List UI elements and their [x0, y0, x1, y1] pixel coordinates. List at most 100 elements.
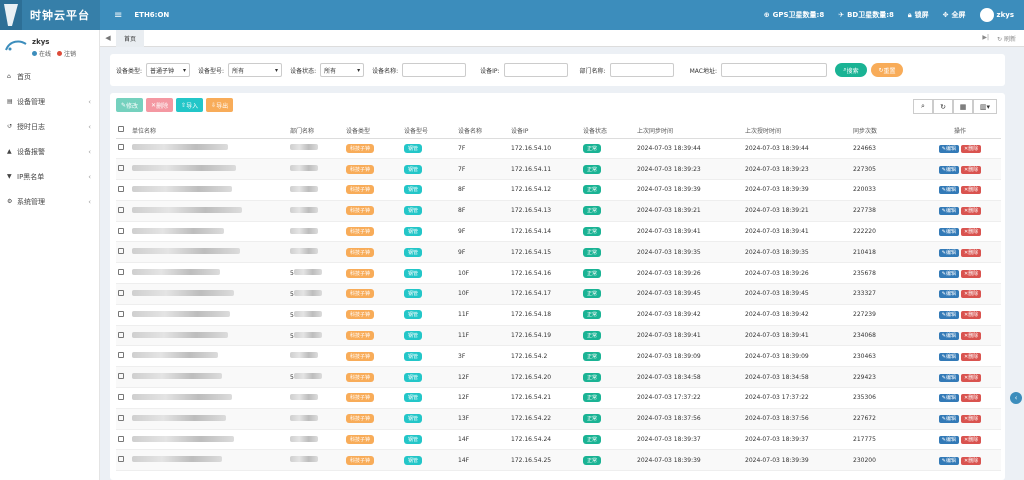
table-search-button[interactable]: ⌕ — [913, 99, 933, 114]
row-select-cell[interactable] — [116, 158, 130, 181]
row-edit-button[interactable]: ✎编辑 — [938, 207, 959, 216]
row-select-cell[interactable] — [116, 408, 130, 430]
mac-input[interactable] — [720, 63, 827, 77]
side-collapse-button[interactable]: ‹ — [1010, 392, 1022, 404]
delete-button[interactable]: ✕ 删除 — [146, 98, 174, 112]
table-row[interactable]: 5 科技子钟 钢管 10F 172.16.54.17 正常 2024-07-03 18:39… — [116, 283, 1001, 305]
col-ip[interactable]: 设备IP — [509, 123, 581, 139]
col-name[interactable]: 设备名称 — [456, 123, 509, 139]
select-all-header[interactable] — [116, 123, 130, 139]
row-select-cell[interactable] — [116, 366, 130, 389]
row-edit-button[interactable]: ✎编辑 — [938, 165, 959, 174]
row-delete-button[interactable]: ✕删除 — [961, 248, 982, 257]
select-all-checkbox[interactable] — [118, 126, 124, 133]
reset-button[interactable]: ↻ 重置 — [870, 63, 903, 77]
row-checkbox[interactable] — [118, 269, 124, 276]
row-delete-button[interactable]: ✕删除 — [961, 456, 982, 465]
col-dept[interactable]: 部门名称 — [288, 123, 344, 139]
row-checkbox[interactable] — [118, 435, 124, 442]
row-select-cell[interactable] — [116, 200, 130, 222]
sidebar-item-3[interactable]: ▲ 设备报警 ‹ — [0, 139, 99, 164]
refresh-tab-button[interactable]: ↻ 刷新 — [997, 34, 1016, 43]
device-name-input[interactable] — [402, 63, 467, 77]
row-edit-button[interactable]: ✎编辑 — [938, 269, 959, 278]
sidebar-item-1[interactable]: ▤ 设备管理 ‹ — [0, 89, 99, 114]
row-checkbox[interactable] — [118, 144, 124, 151]
table-row[interactable]: 科技子钟 钢管 13F 172.16.54.22 正常 2024-07-03 18:37:… — [116, 408, 1001, 430]
row-delete-button[interactable]: ✕删除 — [961, 165, 982, 174]
sidebar-item-0[interactable]: ⌂ 首页 — [0, 64, 99, 89]
row-delete-button[interactable]: ✕删除 — [961, 436, 982, 445]
col-unit[interactable]: 单位名称 — [130, 123, 288, 139]
row-delete-button[interactable]: ✕删除 — [961, 228, 982, 237]
row-edit-button[interactable]: ✎编辑 — [938, 394, 959, 403]
row-checkbox[interactable] — [118, 289, 124, 296]
row-edit-button[interactable]: ✎编辑 — [938, 248, 959, 257]
row-delete-button[interactable]: ✕删除 — [961, 207, 982, 216]
row-edit-button[interactable]: ✎编辑 — [938, 456, 959, 465]
table-row[interactable]: 科技子钟 钢管 9F 172.16.54.14 正常 2024-07-03 18:39:4… — [116, 221, 1001, 243]
logout-link[interactable]: 注销 — [57, 49, 76, 58]
table-row[interactable]: 科技子钟 钢管 7F 172.16.54.10 正常 2024-07-03 18:39:4… — [116, 138, 1001, 160]
table-row[interactable]: 科技子钟 钢管 14F 172.16.54.25 正常 2024-07-03 18:39:… — [116, 449, 1001, 472]
row-edit-button[interactable]: ✎编辑 — [938, 373, 959, 382]
fullscreen-button[interactable]: ✥ 全屏 — [943, 10, 966, 20]
row-delete-button[interactable]: ✕删除 — [961, 373, 982, 382]
row-edit-button[interactable]: ✎编辑 — [938, 228, 959, 237]
row-checkbox[interactable] — [118, 352, 124, 359]
tab-scroll-right-icon[interactable]: ▶| — [982, 34, 989, 43]
col-status[interactable]: 设备状态 — [581, 123, 635, 139]
row-delete-button[interactable]: ✕删除 — [961, 290, 982, 299]
row-select-cell[interactable] — [116, 387, 130, 409]
table-row[interactable]: 5 科技子钟 钢管 10F 172.16.54.16 正常 2024-07-03 18:39… — [116, 262, 1001, 285]
row-delete-button[interactable]: ✕删除 — [961, 352, 982, 361]
row-checkbox[interactable] — [118, 310, 124, 317]
table-row[interactable]: 科技子钟 钢管 8F 172.16.54.12 正常 2024-07-03 18:39:3… — [116, 179, 1001, 201]
toggle-view-button[interactable]: ▦ — [953, 99, 973, 114]
row-edit-button[interactable]: ✎编辑 — [938, 144, 959, 153]
device-type-select[interactable]: 普通子钟 ▾ — [146, 63, 191, 77]
row-select-cell[interactable] — [116, 241, 130, 264]
row-select-cell[interactable] — [116, 429, 130, 451]
table-row[interactable]: 科技子钟 钢管 12F 172.16.54.21 正常 2024-07-03 17:37:… — [116, 387, 1001, 409]
row-select-cell[interactable] — [116, 221, 130, 243]
row-select-cell[interactable] — [116, 449, 130, 472]
device-status-select[interactable]: 所有 ▾ — [320, 63, 365, 77]
row-edit-button[interactable]: ✎编辑 — [938, 352, 959, 361]
device-model-select[interactable]: 所有 ▾ — [228, 63, 283, 77]
col-timing-time[interactable]: 上次授时时间 — [743, 123, 851, 139]
row-select-cell[interactable] — [116, 179, 130, 201]
row-select-cell[interactable] — [116, 262, 130, 285]
row-edit-button[interactable]: ✎编辑 — [938, 186, 959, 195]
sidebar-item-5[interactable]: ⚙ 系统管理 ‹ — [0, 189, 99, 214]
row-edit-button[interactable]: ✎编辑 — [938, 332, 959, 341]
row-checkbox[interactable] — [118, 227, 124, 234]
row-checkbox[interactable] — [118, 331, 124, 338]
row-checkbox[interactable] — [118, 414, 124, 421]
table-row[interactable]: 5 科技子钟 钢管 12F 172.16.54.20 正常 2024-07-03 18:34… — [116, 366, 1001, 389]
import-button[interactable]: ⇧ 导入 — [176, 98, 204, 112]
device-ip-input[interactable] — [503, 63, 568, 77]
row-edit-button[interactable]: ✎编辑 — [938, 436, 959, 445]
dept-input[interactable] — [609, 63, 674, 77]
row-checkbox[interactable] — [118, 393, 124, 400]
row-edit-button[interactable]: ✎编辑 — [938, 415, 959, 424]
col-sync-time[interactable]: 上次同步时间 — [635, 123, 743, 139]
row-select-cell[interactable] — [116, 345, 130, 368]
table-row[interactable]: 科技子钟 钢管 3F 172.16.54.2 正常 2024-07-03 18:39:09… — [116, 345, 1001, 368]
table-row[interactable]: 科技子钟 钢管 8F 172.16.54.13 正常 2024-07-03 18:39:2… — [116, 200, 1001, 222]
row-select-cell[interactable] — [116, 304, 130, 326]
row-delete-button[interactable]: ✕删除 — [961, 311, 982, 320]
row-checkbox[interactable] — [118, 206, 124, 213]
export-button[interactable]: ⇩ 导出 — [206, 98, 234, 112]
row-edit-button[interactable]: ✎编辑 — [938, 311, 959, 320]
row-select-cell[interactable] — [116, 283, 130, 305]
tab-scroll-left-icon[interactable]: ◀ — [100, 34, 116, 42]
col-type[interactable]: 设备类型 — [344, 123, 402, 139]
menu-toggle-icon[interactable]: ≡ — [114, 10, 122, 21]
row-edit-button[interactable]: ✎编辑 — [938, 290, 959, 299]
col-model[interactable]: 设备型号 — [402, 123, 456, 139]
table-refresh-button[interactable]: ↻ — [933, 99, 953, 114]
search-button[interactable]: ⌕ 搜索 — [834, 63, 867, 77]
table-row[interactable]: 5 科技子钟 钢管 11F 172.16.54.18 正常 2024-07-03 18:39… — [116, 304, 1001, 326]
